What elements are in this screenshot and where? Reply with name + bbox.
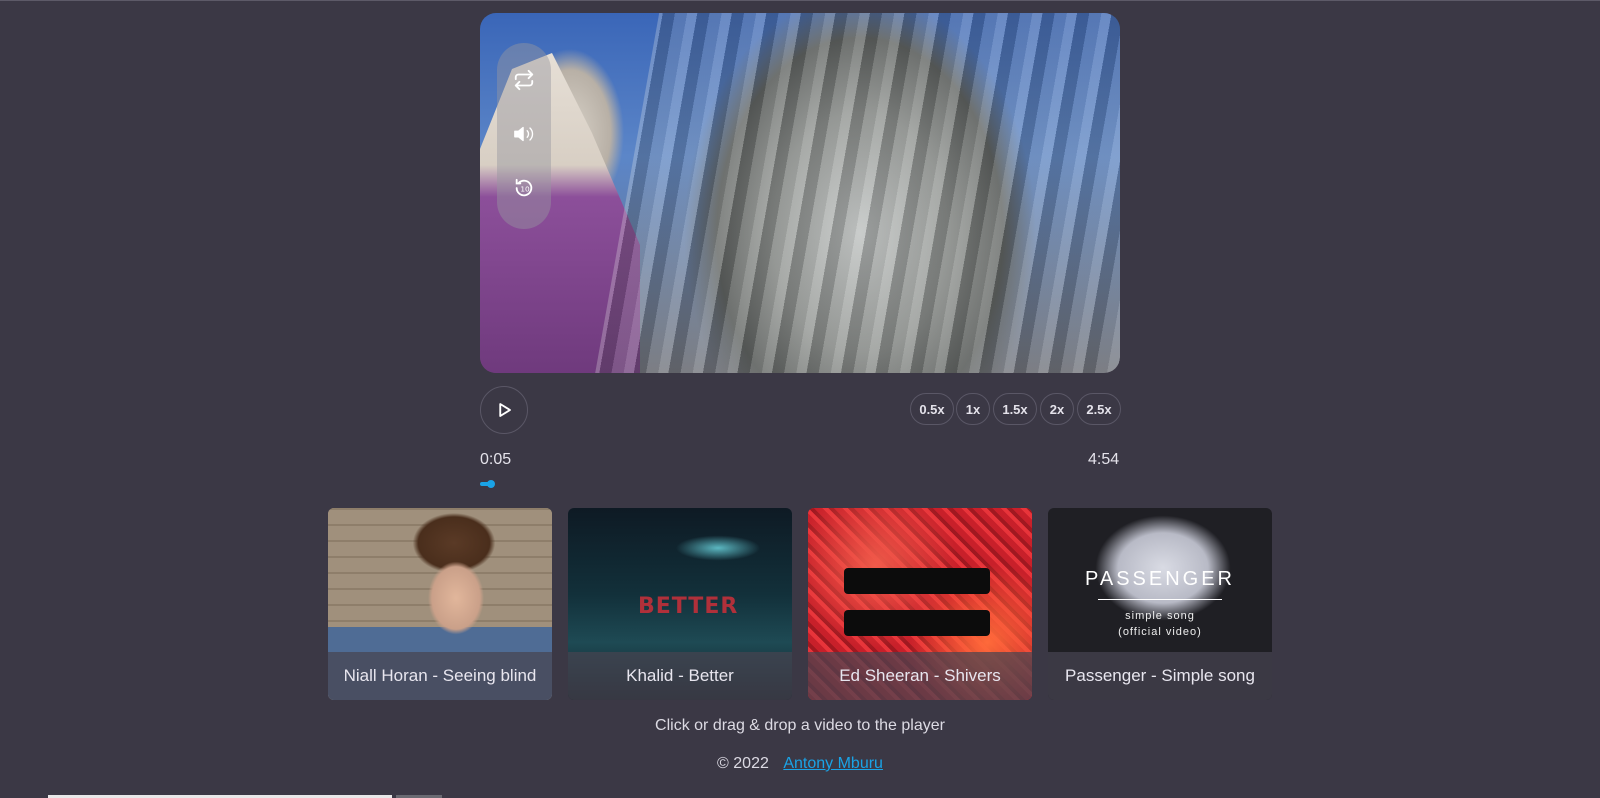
speed-1x-button[interactable]: 1x [956,393,990,425]
svg-text:10: 10 [520,185,530,194]
playlist-item-khalid[interactable]: BETTER Khalid - Better [568,508,792,700]
rewind-10-icon[interactable]: 10 [509,173,539,203]
speed-2.5x-button[interactable]: 2.5x [1077,393,1121,425]
current-time: 0:05 [480,451,512,468]
top-divider [0,0,1600,1]
playlist-item-ed-sheeran[interactable]: Ed Sheeran - Shivers [808,508,1032,700]
speed-1.5x-button[interactable]: 1.5x [993,393,1037,425]
play-button[interactable] [480,386,528,434]
passenger-thumbnail-subtitle: simple song [1125,610,1195,622]
author-link[interactable]: Antony Mburu [783,755,883,772]
passenger-thumbnail-subtitle-2: (official video) [1118,626,1202,638]
playlist-item-caption: Passenger - Simple song [1048,652,1272,700]
passenger-thumbnail-rule [1098,599,1222,600]
khalid-thumbnail-title: BETTER [638,594,739,619]
progress-thumb[interactable] [487,480,495,488]
playlist-item-passenger[interactable]: PASSENGER simple song (official video) P… [1048,508,1272,700]
volume-icon[interactable] [509,119,539,149]
repeat-icon[interactable] [509,65,539,95]
duration: 4:54 [1088,451,1120,468]
playlist-item-caption: Khalid - Better [568,652,792,700]
video-player[interactable]: 10 [480,13,1120,373]
speed-2x-button[interactable]: 2x [1040,393,1074,425]
copyright-text: © 2022 [717,755,769,772]
playlist-item-caption: Niall Horan - Seeing blind [328,652,552,700]
playlist-item-niall-horan[interactable]: Niall Horan - Seeing blind [328,508,552,700]
footer: © 2022 Antony Mburu [0,755,1600,773]
speed-0.5x-button[interactable]: 0.5x [910,393,954,425]
passenger-thumbnail-title: PASSENGER [1085,568,1235,590]
play-icon [499,403,511,417]
drag-drop-hint: Click or drag & drop a video to the play… [655,717,945,734]
progress-bar[interactable] [480,480,1120,488]
equals-bar-top [844,568,990,594]
equals-bar-bottom [844,610,990,636]
playlist-item-caption: Ed Sheeran - Shivers [808,652,1032,700]
side-controls: 10 [497,43,551,229]
